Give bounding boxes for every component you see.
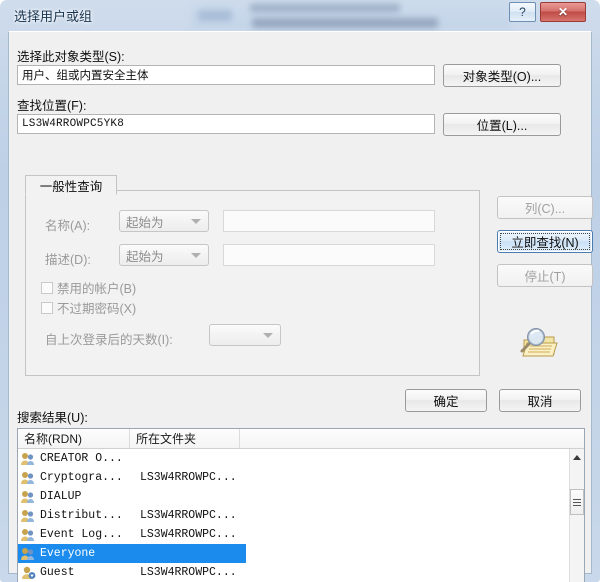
chevron-down-icon	[191, 219, 201, 224]
row-folder: LS3W4RROWPC...	[140, 566, 237, 579]
user-icon	[18, 566, 40, 580]
group-icon	[18, 547, 40, 561]
dialog-body: 选择此对象类型(S): 用户、组或内置安全主体 对象类型(O)... 查找位置(…	[8, 31, 593, 582]
table-row[interactable]: CREATOR O...	[18, 449, 571, 468]
row-name: Guest	[40, 566, 75, 579]
row-name: Cryptogra...	[40, 471, 123, 484]
group-icon	[18, 490, 40, 504]
close-button[interactable]: ✕	[540, 2, 586, 22]
titlebar: 选择用户或组 ? ✕	[0, 0, 600, 30]
chevron-down-icon	[191, 253, 201, 258]
disabled-accounts-label: 禁用的帐户(B)	[57, 282, 137, 296]
help-button[interactable]: ?	[509, 2, 536, 22]
row-name: Everyone	[40, 547, 96, 560]
group-icon	[18, 528, 40, 542]
chevron-down-icon	[263, 333, 273, 338]
location-input[interactable]: LS3W4RROWPC5YK8	[17, 114, 435, 134]
find-now-button[interactable]: 立即查找(N)	[497, 230, 593, 253]
stop-button[interactable]: 停止(T)	[497, 264, 593, 287]
select-users-or-groups-dialog: 选择用户或组 ? ✕ 选择此对象类型(S): 用户、组或内置安全主体 对象类型(…	[0, 0, 600, 582]
tab-common-queries[interactable]: 一般性查询	[25, 175, 117, 195]
row-folder: LS3W4RROWPC...	[140, 528, 237, 541]
disabled-accounts-checkbox[interactable]: 禁用的帐户(B)	[41, 278, 136, 297]
row-name: DIALUP	[40, 490, 82, 503]
name-operator-select[interactable]: 起始为	[119, 210, 209, 232]
table-row[interactable]: Distribut... LS3W4RROWPC...	[18, 506, 571, 525]
column-header-extra[interactable]	[240, 429, 570, 448]
table-row[interactable]: Cryptogra... LS3W4RROWPC...	[18, 468, 571, 487]
table-row[interactable]: Everyone	[18, 544, 246, 563]
object-type-button[interactable]: 对象类型(O)...	[443, 64, 561, 87]
row-folder: LS3W4RROWPC...	[140, 509, 237, 522]
description-label: 描述(D):	[45, 253, 91, 267]
name-operator-value: 起始为	[126, 215, 164, 230]
table-row[interactable]: Guest LS3W4RROWPC...	[18, 563, 571, 582]
row-name: Event Log...	[40, 528, 123, 541]
column-header-folder[interactable]: 所在文件夹	[130, 429, 240, 448]
days-since-logon-select[interactable]	[209, 324, 281, 346]
columns-button[interactable]: 列(C)...	[497, 196, 593, 219]
checkbox-box-icon	[41, 301, 53, 314]
object-type-label: 选择此对象类型(S):	[17, 50, 125, 64]
days-since-logon-label: 自上次登录后的天数(I):	[45, 333, 173, 347]
group-icon	[18, 471, 40, 485]
scrollbar-thumb[interactable]	[570, 489, 584, 515]
description-input[interactable]	[223, 244, 435, 266]
object-type-input[interactable]: 用户、组或内置安全主体	[17, 65, 435, 85]
listview-scrollbar[interactable]	[569, 449, 584, 582]
group-icon	[18, 452, 40, 466]
checkbox-box-icon	[41, 281, 53, 294]
row-name: Distribut...	[40, 509, 123, 522]
search-results-listview[interactable]: 名称(RDN) 所在文件夹 CREATOR O... Cryptogra... LS…	[17, 428, 585, 582]
location-label: 查找位置(F):	[17, 99, 87, 113]
column-header-name[interactable]: 名称(RDN)	[18, 429, 130, 448]
row-name: CREATOR O...	[40, 452, 123, 465]
magnifier-folder-icon	[514, 324, 560, 362]
name-label: 名称(A):	[45, 219, 91, 233]
search-results-label: 搜索结果(U):	[17, 411, 88, 425]
description-operator-select[interactable]: 起始为	[119, 244, 209, 266]
non-expiring-password-label: 不过期密码(X)	[57, 302, 137, 316]
listview-header: 名称(RDN) 所在文件夹	[18, 429, 584, 449]
cancel-button[interactable]: 取消	[499, 389, 581, 412]
row-folder: LS3W4RROWPC...	[140, 471, 237, 484]
group-icon	[18, 509, 40, 523]
ok-button[interactable]: 确定	[405, 389, 487, 412]
table-row[interactable]: DIALUP	[18, 487, 571, 506]
name-input[interactable]	[223, 210, 435, 232]
scroll-up-arrow-icon[interactable]	[570, 449, 584, 465]
window-title: 选择用户或组	[14, 9, 93, 24]
location-button[interactable]: 位置(L)...	[443, 113, 561, 136]
description-operator-value: 起始为	[126, 249, 164, 264]
non-expiring-password-checkbox[interactable]: 不过期密码(X)	[41, 298, 136, 317]
focus-ring	[500, 233, 590, 250]
table-row[interactable]: Event Log... LS3W4RROWPC...	[18, 525, 571, 544]
listview-rows: CREATOR O... Cryptogra... LS3W4RROWPC... DI…	[18, 449, 571, 582]
